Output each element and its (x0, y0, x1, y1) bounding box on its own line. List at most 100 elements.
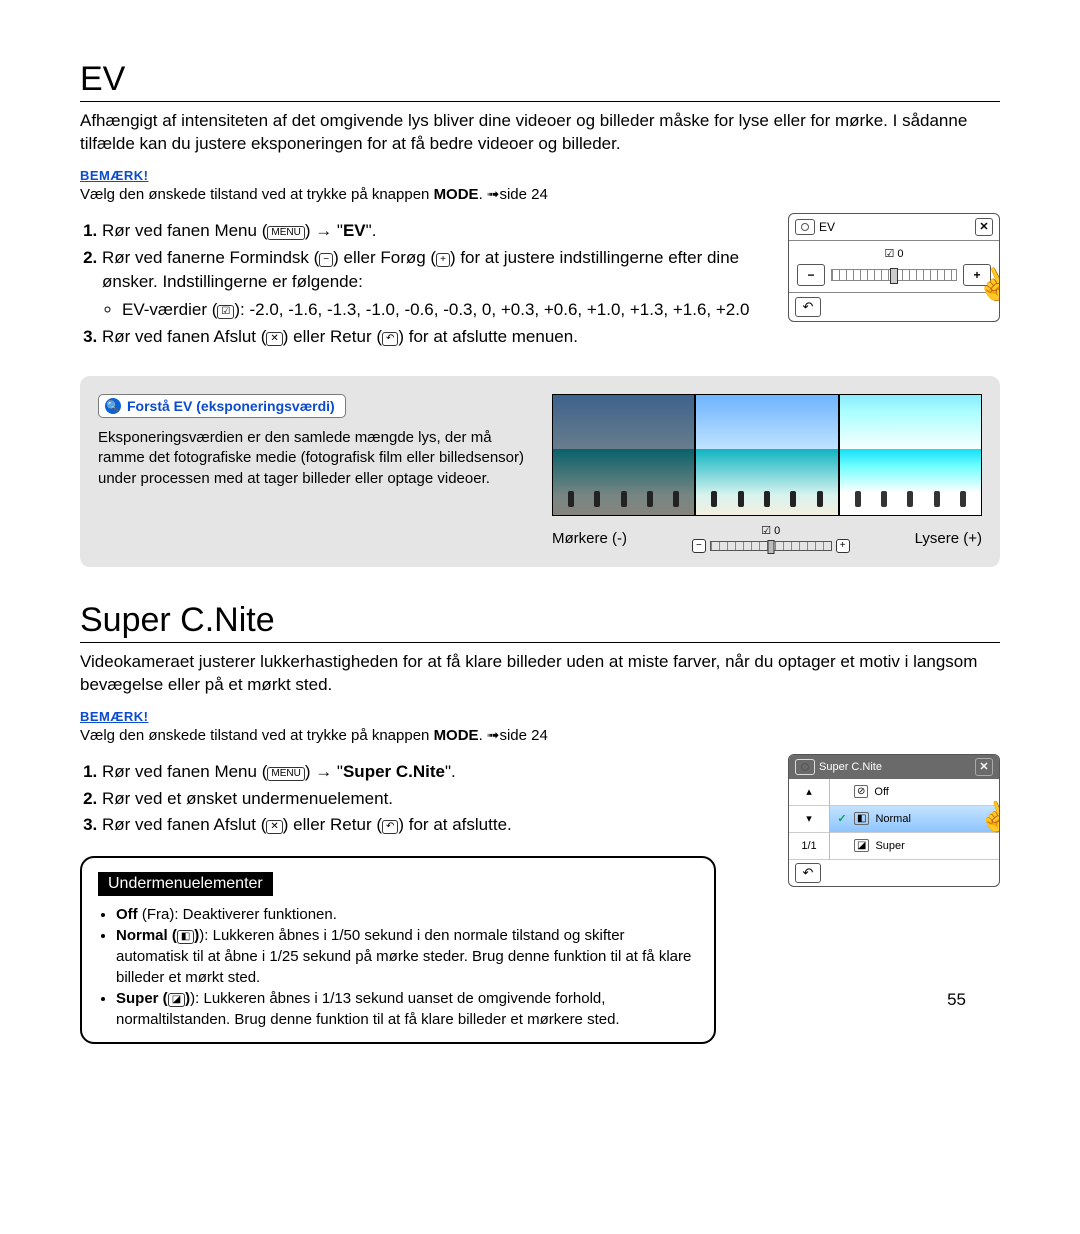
lighter-label: Lysere (+) (915, 530, 982, 547)
bemark-label-ev: BEMÆRK! (80, 168, 1000, 183)
ev-plus-button[interactable]: + (963, 264, 991, 286)
ev-screen-value: ☑ 0 (797, 247, 991, 260)
ev-thumb-light (840, 395, 981, 515)
minus-icon: − (319, 253, 333, 267)
plus-icon: + (436, 253, 450, 267)
cnite-step3-b: ) eller Retur ( (283, 815, 382, 834)
magnifier-icon: 🔍 (105, 398, 121, 414)
normal-mode-icon: ◧ (177, 930, 194, 944)
cnite-step3-c: ) for at afslutte. (398, 815, 511, 834)
bemark-mode-cnite: MODE (434, 727, 479, 744)
ev-steps: Rør ved fanen Menu (MENU) → "EV". Rør ve… (80, 219, 764, 350)
cnite-item-off[interactable]: ⊘ Off (830, 779, 999, 806)
bemark-text-cnite-1: Vælg den ønskede tilstand ved at trykke … (80, 727, 434, 744)
bemark-label-cnite: BEMÆRK! (80, 709, 1000, 724)
cnite-item-normal[interactable]: ✓ ◧ Normal (830, 806, 999, 833)
under-item-normal: Normal (◧)): Lukkeren åbnes i 1/50 sekun… (116, 925, 698, 988)
ev-info-text: Eksponeringsværdien er den samlede mængd… (98, 428, 532, 489)
off-icon: ⊘ (854, 785, 868, 798)
bemark-text-ev-2: . ➟side 24 (479, 186, 548, 203)
normal-icon: ◧ (854, 812, 869, 825)
cnite-step1-b: ) → " (305, 762, 343, 781)
legend-slider (710, 541, 832, 551)
cnite-nav-up[interactable]: ▴ (789, 779, 829, 806)
section-heading-ev: EV (80, 60, 1000, 102)
cnite-step3-a: Rør ved fanen Afslut ( (102, 815, 266, 834)
legend-minus-icon: − (692, 539, 706, 553)
section-heading-cnite: Super C.Nite (80, 601, 1000, 643)
ev-step3-a: Rør ved fanen Afslut ( (102, 327, 266, 346)
camera-icon (795, 759, 815, 775)
ev-intro: Afhængigt af intensiteten af det omgiven… (80, 110, 1000, 156)
ev-step-3: Rør ved fanen Afslut (✕) eller Retur (↶)… (102, 325, 764, 350)
under-off-b: Off (116, 906, 138, 923)
bemark-text-cnite: Vælg den ønskede tilstand ved at trykke … (80, 726, 1000, 744)
ev-step3-b: ) eller Retur ( (283, 327, 382, 346)
camera-icon (795, 219, 815, 235)
cnite-item-normal-check: ✓ (836, 812, 848, 825)
return-icon: ↶ (382, 332, 398, 346)
ev-step1-a: Rør ved fanen Menu ( (102, 221, 267, 240)
cnite-step-1: Rør ved fanen Menu (MENU) → "Super C.Nit… (102, 760, 764, 785)
menu-icon: MENU (267, 767, 304, 781)
cnite-screen-mock: Super C.Nite ✕ ▴ ▾ 1/1 ⊘ Off ✓ ◧ Normal (788, 754, 1000, 887)
under-heading: Undermenuelementer (98, 872, 273, 896)
ev-step-1: Rør ved fanen Menu (MENU) → "EV". (102, 219, 764, 244)
under-item-off: Off (Fra): Deaktiverer funktionen. (116, 904, 698, 925)
cnite-step1-a: Rør ved fanen Menu ( (102, 762, 267, 781)
ev-screen-title: EV (819, 220, 835, 234)
ev-values-label: EV-værdier ( (122, 300, 217, 319)
cnite-steps: Rør ved fanen Menu (MENU) → "Super C.Nit… (80, 760, 764, 838)
menu-icon: MENU (267, 226, 304, 240)
ev-info-title: Forstå EV (eksponeringsværdi) (127, 398, 335, 414)
legend-plus-icon: + (836, 539, 850, 553)
ev-screen-close-button[interactable]: ✕ (975, 218, 993, 236)
cnite-item-normal-label: Normal (875, 813, 910, 825)
bemark-text-ev-1: Vælg den ønskede tilstand ved at trykke … (80, 186, 434, 203)
cnite-step-3: Rør ved fanen Afslut (✕) eller Retur (↶)… (102, 813, 764, 838)
ev-info-box: 🔍 Forstå EV (eksponeringsværdi) Eksponer… (80, 376, 1000, 567)
ev-step-2: Rør ved fanerne Formindsk (−) eller Forø… (102, 246, 764, 323)
ev-slider[interactable] (831, 269, 957, 281)
close-icon: ✕ (266, 332, 282, 346)
cnite-item-super-label: Super (875, 840, 904, 852)
close-icon: ✕ (266, 820, 282, 834)
cnite-screen-title: Super C.Nite (819, 761, 882, 773)
cnite-step1-c: ". (445, 762, 456, 781)
ev-minus-button[interactable]: − (797, 264, 825, 286)
cnite-item-super[interactable]: ◪ Super (830, 833, 999, 860)
ev-step1-b: ) → " (305, 221, 343, 240)
cnite-intro: Videokameraet justerer lukkerhastigheden… (80, 651, 1000, 697)
ev-example-thumbs (552, 394, 982, 516)
super-icon: ◪ (854, 839, 869, 852)
cnite-page-indicator: 1/1 (789, 833, 829, 860)
under-normal-b: Normal ( (116, 927, 177, 944)
ev-info-tag: 🔍 Forstå EV (eksponeringsværdi) (98, 394, 346, 418)
under-normal-rest: ): Lukkeren åbnes i 1/50 sekund i den no… (116, 927, 691, 986)
ev-values: EV-værdier (☑): -2.0, -1.6, -1.3, -1.0, … (122, 298, 764, 323)
cnite-screen-close-button[interactable]: ✕ (975, 758, 993, 776)
return-icon: ↶ (382, 820, 398, 834)
ev-value-icon: ☑ (217, 305, 234, 319)
cnite-item-off-label: Off (874, 786, 888, 798)
bemark-text-cnite-2: . ➟side 24 (479, 727, 548, 744)
under-super-b: Super ( (116, 990, 168, 1007)
cnite-back-button[interactable]: ↶ (795, 863, 821, 883)
cnite-step1-bold: Super C.Nite (343, 762, 445, 781)
ev-step1-c: ". (366, 221, 377, 240)
ev-screen-mock: EV ✕ ☑ 0 − + ↶ ☝ (788, 213, 1000, 322)
page-number: 55 (947, 990, 966, 1010)
darker-label: Mørkere (-) (552, 530, 627, 547)
ev-step3-c: ) for at afslutte menuen. (398, 327, 578, 346)
ev-values-list: ): -2.0, -1.6, -1.3, -1.0, -0.6, -0.3, 0… (234, 300, 749, 319)
cnite-nav-down[interactable]: ▾ (789, 806, 829, 833)
ev-thumb-dark (553, 395, 694, 515)
ev-step2-b: ) eller Forøg ( (333, 248, 436, 267)
cnite-step-2: Rør ved et ønsket undermenuelement. (102, 787, 764, 812)
ev-step2-a: Rør ved fanerne Formindsk ( (102, 248, 319, 267)
under-item-super: Super (◪)): Lukkeren åbnes i 1/13 sekund… (116, 988, 698, 1030)
bemark-text-ev: Vælg den ønskede tilstand ved at trykke … (80, 185, 1000, 203)
ev-thumb-normal (696, 395, 837, 515)
super-mode-icon: ◪ (168, 993, 185, 1007)
ev-back-button[interactable]: ↶ (795, 297, 821, 317)
